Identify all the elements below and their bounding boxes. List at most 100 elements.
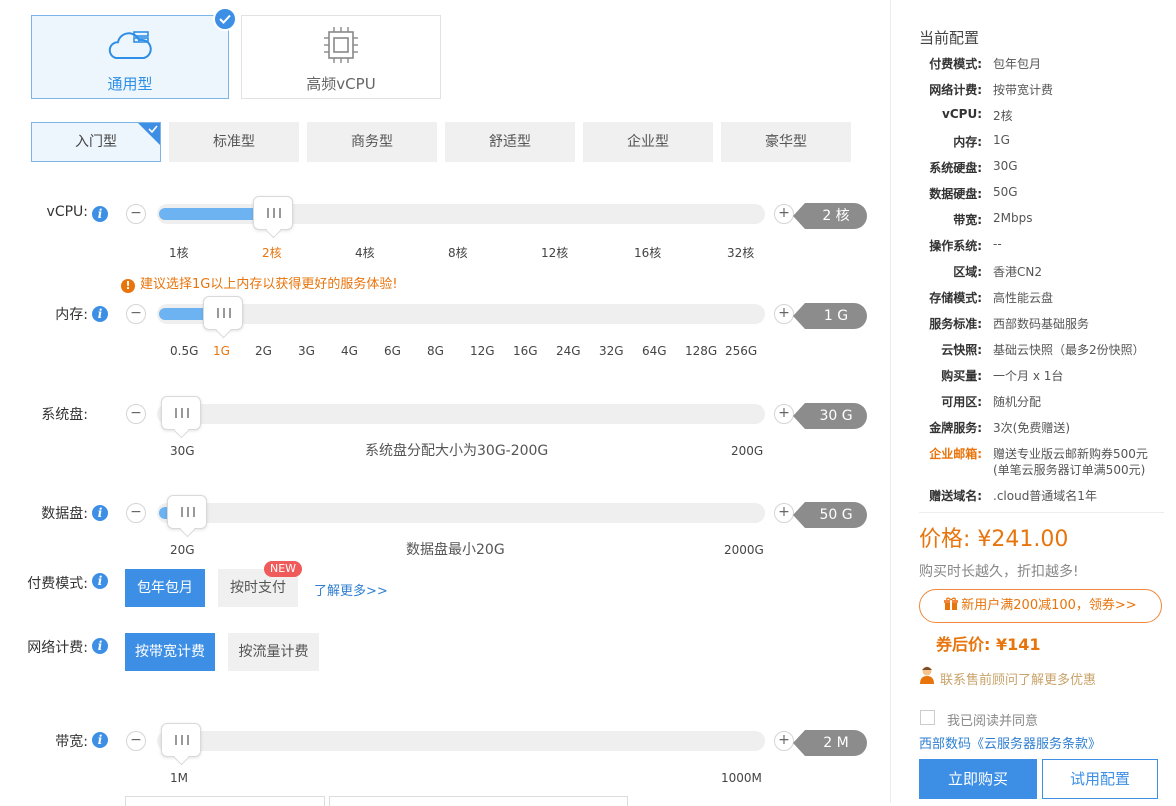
agree-text: 我已阅读并同意 — [947, 714, 1039, 729]
after-coupon-price: 券后价: ¥141 — [936, 635, 1041, 654]
system-disk-decrease-button[interactable]: − — [126, 404, 146, 424]
vcpu-decrease-button[interactable]: − — [126, 204, 146, 224]
memory-tick[interactable]: 0.5G — [170, 344, 198, 358]
billing-yearly-monthly-button[interactable]: 包年包月 — [125, 569, 205, 607]
memory-tick[interactable]: 128G — [685, 344, 717, 358]
vcpu-slider-handle[interactable] — [253, 196, 293, 239]
memory-decrease-button[interactable]: − — [126, 304, 146, 324]
memory-tick[interactable]: 6G — [384, 344, 401, 358]
data-disk-slider-track[interactable] — [157, 503, 765, 523]
memory-slider-handle[interactable] — [203, 296, 243, 339]
spec-key: 数据硬盘: — [929, 187, 982, 201]
spec-value: 香港CN2 — [993, 265, 1042, 279]
tier-tab-label: 企业型 — [627, 134, 669, 150]
info-icon[interactable]: i — [92, 306, 108, 322]
system-disk-min-label: 30G — [170, 444, 195, 458]
gift-domain-value: .cloud普通域名1年 — [993, 489, 1097, 503]
data-disk-slider-handle[interactable] — [167, 495, 207, 538]
memory-tick[interactable]: 8G — [427, 344, 444, 358]
vcpu-label: vCPU: — [46, 204, 88, 220]
memory-tick[interactable]: 12G — [470, 344, 495, 358]
spec-key: 区域: — [953, 265, 982, 279]
memory-slider-track[interactable] — [157, 304, 765, 324]
vcpu-tick-selected[interactable]: 2核 — [262, 244, 282, 261]
bandwidth-slider-track[interactable] — [157, 731, 765, 751]
tier-tab-luxury[interactable]: 豪华型 — [721, 122, 851, 162]
memory-tick[interactable]: 2G — [255, 344, 272, 358]
tier-tab-entry[interactable]: 入门型 — [31, 122, 161, 162]
memory-tick[interactable]: 64G — [642, 344, 667, 358]
coupon-button-label: 新用户满200减100，领券>> — [961, 598, 1137, 613]
next-row-field[interactable] — [329, 796, 628, 806]
vcpu-tick[interactable]: 16核 — [634, 244, 661, 261]
system-disk-increase-button[interactable]: + — [774, 404, 794, 424]
vcpu-tick[interactable]: 32核 — [727, 244, 754, 261]
coupon-button[interactable]: 新用户满200减100，领券>> — [919, 589, 1162, 623]
enterprise-mail-key: 企业邮箱: — [929, 447, 982, 461]
info-icon[interactable]: i — [92, 638, 108, 654]
vcpu-tick[interactable]: 4核 — [355, 244, 375, 261]
data-disk-max-label: 2000G — [724, 543, 764, 557]
learn-more-link[interactable]: 了解更多>> — [314, 580, 388, 599]
memory-tick[interactable]: 4G — [341, 344, 358, 358]
billing-by-traffic-button[interactable]: 按流量计费 — [228, 633, 319, 671]
system-disk-label: 系统盘: — [41, 407, 88, 423]
buy-now-button[interactable]: 立即购买 — [919, 759, 1037, 799]
vcpu-value-tag: 2 核 — [793, 203, 867, 229]
vcpu-increase-button[interactable]: + — [774, 204, 794, 224]
memory-increase-button[interactable]: + — [774, 304, 794, 324]
consultant-avatar-icon — [920, 666, 934, 684]
system-disk-slider-track[interactable] — [157, 404, 765, 424]
vcpu-tick[interactable]: 1核 — [169, 244, 189, 261]
tier-tab-comfort[interactable]: 舒适型 — [445, 122, 575, 162]
bandwidth-increase-button[interactable]: + — [774, 731, 794, 751]
terms-link[interactable]: 西部数码《云服务器服务条款》 — [919, 733, 1101, 752]
memory-tick[interactable]: 32G — [599, 344, 624, 358]
vcpu-slider-track[interactable] — [157, 204, 765, 224]
system-disk-value-tag: 30 G — [793, 403, 867, 429]
memory-tick[interactable]: 16G — [513, 344, 538, 358]
info-icon[interactable]: i — [92, 505, 108, 521]
tier-tab-standard[interactable]: 标准型 — [169, 122, 299, 162]
bandwidth-slider-handle[interactable] — [161, 723, 201, 766]
agree-checkbox[interactable] — [920, 710, 935, 725]
memory-tick[interactable]: 24G — [556, 344, 581, 358]
gift-icon — [944, 597, 959, 610]
tier-tab-enterprise[interactable]: 企业型 — [583, 122, 713, 162]
system-disk-max-label: 200G — [731, 444, 764, 458]
info-icon[interactable]: i — [92, 206, 108, 222]
contact-sales-link[interactable]: 联系售前顾问了解更多优惠 — [940, 669, 1096, 688]
spec-key: 购买量: — [941, 369, 982, 383]
spec-value: 3次(免费赠送) — [993, 421, 1070, 435]
cloud-server-icon — [108, 31, 152, 59]
tier-tab-label: 舒适型 — [489, 134, 531, 150]
spec-key: 付费模式: — [929, 57, 982, 71]
trial-config-button[interactable]: 试用配置 — [1042, 759, 1158, 799]
data-disk-decrease-button[interactable]: − — [126, 503, 146, 523]
spec-value: 50G — [993, 185, 1018, 199]
billing-by-bandwidth-button[interactable]: 按带宽计费 — [125, 633, 215, 671]
spec-value: -- — [993, 237, 1002, 251]
memory-warning: ! 建议选择1G以上内存以获得更好的服务体验! — [121, 273, 398, 293]
type-card-general[interactable]: 通用型 — [31, 7, 237, 99]
memory-tick[interactable]: 3G — [298, 344, 315, 358]
type-card-high-freq[interactable]: 高频vCPU — [241, 15, 441, 99]
spec-key: 云快照: — [941, 343, 982, 357]
info-icon[interactable]: i — [92, 732, 108, 748]
info-icon[interactable]: i — [92, 573, 108, 589]
bandwidth-decrease-button[interactable]: − — [126, 731, 146, 751]
bandwidth-min-label: 1M — [170, 771, 188, 785]
tier-tab-label: 商务型 — [351, 134, 393, 150]
memory-tick-selected[interactable]: 1G — [213, 344, 230, 358]
vcpu-tick[interactable]: 8核 — [448, 244, 468, 261]
vcpu-tick[interactable]: 12核 — [541, 244, 568, 261]
network-billing-label: 网络计费: — [27, 640, 88, 656]
tier-tab-business[interactable]: 商务型 — [307, 122, 437, 162]
spec-value: 1G — [993, 133, 1010, 147]
next-row-field[interactable] — [125, 796, 325, 806]
memory-tick[interactable]: 256G — [725, 344, 757, 358]
bandwidth-value-tag: 2 M — [793, 730, 867, 756]
system-disk-slider-handle[interactable] — [161, 396, 201, 439]
grip-icon — [175, 735, 189, 745]
data-disk-increase-button[interactable]: + — [774, 503, 794, 523]
